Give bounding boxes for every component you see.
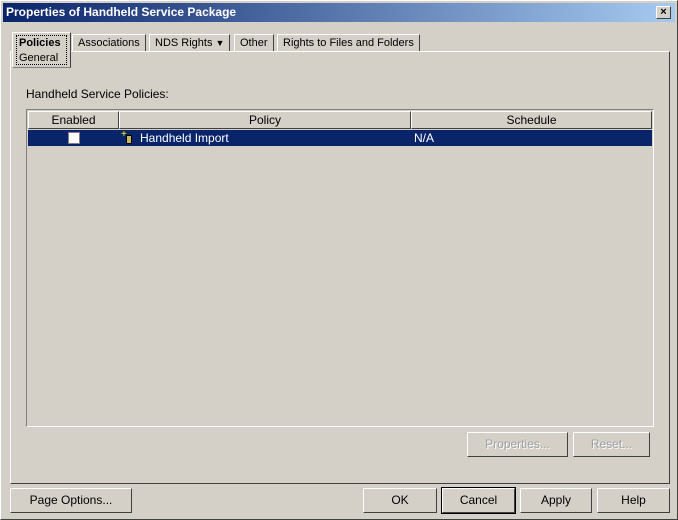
- policy-name: Handheld Import: [140, 131, 229, 145]
- properties-button[interactable]: Properties...: [467, 432, 568, 457]
- tab-label: Policies: [19, 37, 61, 49]
- table-row[interactable]: + Handheld Import N/A: [28, 129, 652, 146]
- reset-button[interactable]: Reset...: [573, 432, 650, 457]
- policies-table: Enabled Policy Schedule + Handheld Impor…: [26, 109, 654, 427]
- policy-schedule: N/A: [414, 131, 435, 145]
- tab-nds-rights[interactable]: NDS Rights ▼: [149, 34, 231, 52]
- title-bar: Properties of Handheld Service Package ×: [3, 3, 675, 22]
- window-title: Properties of Handheld Service Package: [6, 5, 237, 19]
- ok-button[interactable]: OK: [363, 488, 437, 513]
- section-label: Handheld Service Policies:: [26, 87, 169, 101]
- page-options-button[interactable]: Page Options...: [10, 488, 132, 513]
- apply-button[interactable]: Apply: [520, 488, 592, 513]
- tab-label: NDS Rights: [155, 37, 213, 49]
- tab-associations[interactable]: Associations: [72, 34, 146, 52]
- enabled-checkbox[interactable]: [68, 132, 80, 144]
- column-header-enabled[interactable]: Enabled: [28, 111, 119, 129]
- column-header-schedule[interactable]: Schedule: [411, 111, 652, 129]
- policy-icon: +: [121, 129, 133, 144]
- tab-rights-to-files[interactable]: Rights to Files and Folders: [277, 34, 420, 52]
- dropdown-arrow-icon: ▼: [215, 38, 225, 48]
- close-button[interactable]: ×: [656, 6, 671, 19]
- column-header-policy[interactable]: Policy: [119, 111, 411, 129]
- tab-other[interactable]: Other: [234, 34, 274, 52]
- cancel-button[interactable]: Cancel: [441, 487, 516, 514]
- help-button[interactable]: Help: [597, 488, 670, 513]
- tab-policies[interactable]: Policies General: [12, 32, 71, 68]
- subtab-general[interactable]: General: [19, 52, 58, 64]
- properties-dialog: Properties of Handheld Service Package ×…: [0, 0, 678, 520]
